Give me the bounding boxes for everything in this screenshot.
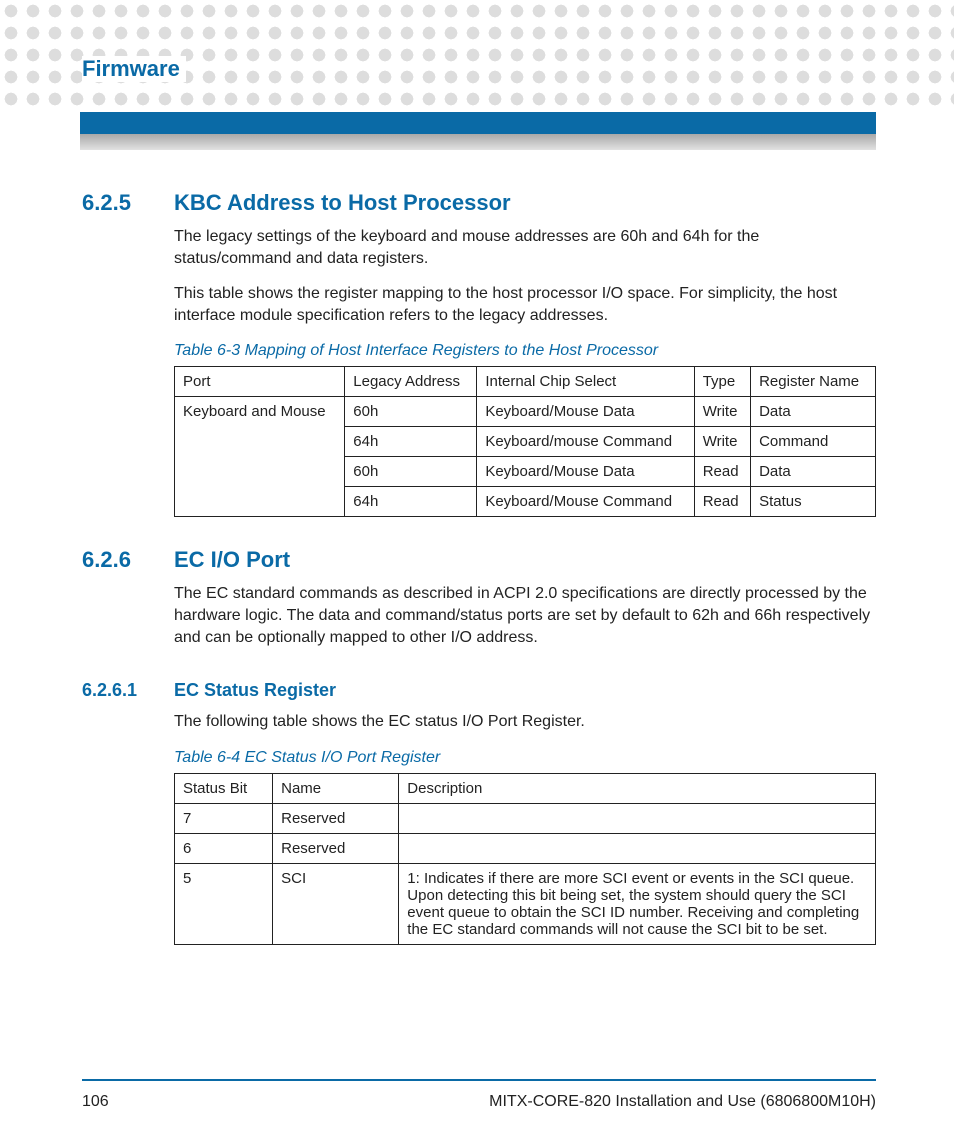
header-grey-bar (80, 134, 876, 150)
cell: Status (751, 487, 876, 517)
table-6-3: Port Legacy Address Internal Chip Select… (174, 366, 876, 517)
col-type: Type (694, 367, 750, 397)
section-title: EC I/O Port (174, 547, 290, 573)
cell (399, 833, 876, 863)
cell: Data (751, 457, 876, 487)
cell: 1: Indicates if there are more SCI event… (399, 863, 876, 944)
header-pattern (0, 0, 954, 110)
section-626-heading: 6.2.6 EC I/O Port (82, 547, 876, 573)
section-6261-heading: 6.2.6.1 EC Status Register (82, 680, 876, 701)
header-blue-bar (80, 112, 876, 134)
cell: SCI (273, 863, 399, 944)
cell: 6 (175, 833, 273, 863)
table-row: 6 Reserved (175, 833, 876, 863)
section-number: 6.2.5 (82, 190, 174, 216)
doc-title: MITX-CORE-820 Installation and Use (6806… (489, 1093, 876, 1111)
table-header-row: Status Bit Name Description (175, 773, 876, 803)
table-header-row: Port Legacy Address Internal Chip Select… (175, 367, 876, 397)
table-caption: Table 6-3 Mapping of Host Interface Regi… (174, 342, 876, 360)
section-number: 6.2.6 (82, 547, 174, 573)
paragraph: The EC standard commands as described in… (174, 583, 876, 648)
cell: 7 (175, 803, 273, 833)
table-caption: Table 6-4 EC Status I/O Port Register (174, 749, 876, 767)
cell (399, 803, 876, 833)
cell: Write (694, 427, 750, 457)
cell: Reserved (273, 833, 399, 863)
subsection-number: 6.2.6.1 (82, 680, 174, 701)
col-description: Description (399, 773, 876, 803)
cell: Write (694, 397, 750, 427)
cell: Keyboard/Mouse Data (477, 457, 694, 487)
table-row: 7 Reserved (175, 803, 876, 833)
table-row: 5 SCI 1: Indicates if there are more SCI… (175, 863, 876, 944)
section-title: KBC Address to Host Processor (174, 190, 511, 216)
section-625-heading: 6.2.5 KBC Address to Host Processor (82, 190, 876, 216)
cell-port: Keyboard and Mouse (175, 397, 345, 517)
col-internal-chip-select: Internal Chip Select (477, 367, 694, 397)
paragraph: The following table shows the EC status … (174, 711, 876, 733)
col-port: Port (175, 367, 345, 397)
table-row: Keyboard and Mouse 60h Keyboard/Mouse Da… (175, 397, 876, 427)
cell: Keyboard/Mouse Data (477, 397, 694, 427)
cell: Keyboard/mouse Command (477, 427, 694, 457)
col-register-name: Register Name (751, 367, 876, 397)
cell: 64h (345, 487, 477, 517)
cell: Command (751, 427, 876, 457)
footer-rule (82, 1079, 876, 1081)
col-legacy-address: Legacy Address (345, 367, 477, 397)
cell: 60h (345, 397, 477, 427)
paragraph: The legacy settings of the keyboard and … (174, 226, 876, 269)
cell: Keyboard/Mouse Command (477, 487, 694, 517)
cell: 60h (345, 457, 477, 487)
page-number: 106 (82, 1093, 109, 1111)
chapter-title: Firmware (82, 56, 186, 82)
cell: Read (694, 487, 750, 517)
table-6-4: Status Bit Name Description 7 Reserved 6… (174, 773, 876, 945)
cell: Read (694, 457, 750, 487)
cell: 5 (175, 863, 273, 944)
col-name: Name (273, 773, 399, 803)
cell: Reserved (273, 803, 399, 833)
paragraph: This table shows the register mapping to… (174, 283, 876, 326)
col-status-bit: Status Bit (175, 773, 273, 803)
cell: Data (751, 397, 876, 427)
subsection-title: EC Status Register (174, 680, 336, 701)
cell: 64h (345, 427, 477, 457)
